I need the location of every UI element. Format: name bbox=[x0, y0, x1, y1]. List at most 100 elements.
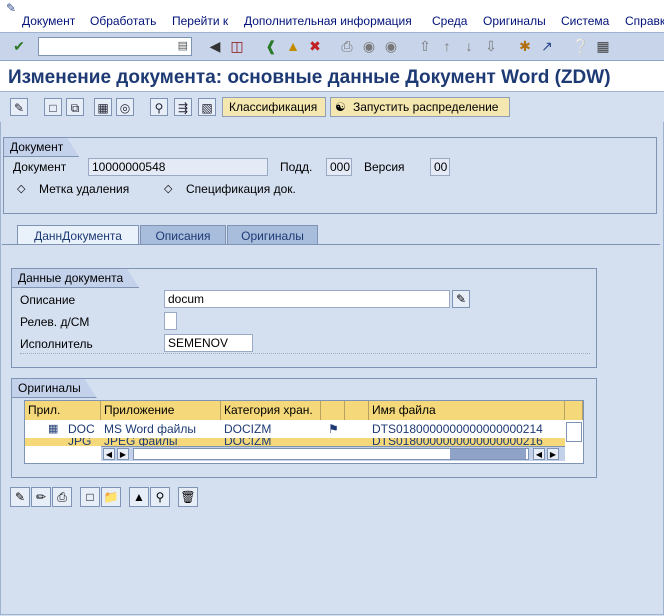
command-field[interactable]: ▤ bbox=[38, 37, 192, 56]
scroll-right-end-icon[interactable]: ▶ bbox=[547, 448, 559, 460]
last-page-icon[interactable]: ⇩ bbox=[482, 37, 500, 55]
doc-data-group-title: Данные документа bbox=[12, 269, 139, 288]
search-doc-icon[interactable]: ⚲ bbox=[150, 98, 168, 116]
scroll-track[interactable] bbox=[133, 448, 529, 460]
scroll-thumb[interactable] bbox=[450, 449, 526, 459]
checkin-icon[interactable]: ▲ bbox=[129, 487, 149, 507]
new-session-icon[interactable]: ✱ bbox=[516, 37, 534, 55]
menu-extras[interactable]: Дополнительная информация bbox=[244, 14, 412, 28]
table-row[interactable]: ▦ DOC MS Word файлы DOCIZM ⚑ DTS01800000… bbox=[25, 420, 565, 438]
print-icon[interactable]: ⎙ bbox=[338, 37, 356, 55]
document-group-title: Документ bbox=[4, 138, 79, 157]
doc-label: Документ bbox=[13, 160, 67, 174]
next-page-icon[interactable]: ↓ bbox=[460, 37, 478, 55]
tab-originals[interactable]: Оригиналы bbox=[227, 225, 318, 245]
application-toolbar: ✎ □ ⧉ ▦ ◎ ⚲ ⇶ ▧ Классификация ☯ Запустит… bbox=[0, 92, 664, 122]
back-icon[interactable]: ❰ bbox=[262, 37, 280, 55]
description-label: Описание bbox=[20, 293, 76, 307]
shortcut-icon[interactable]: ↗ bbox=[538, 37, 556, 55]
start-distribution-button[interactable]: ☯ Запустить распределение bbox=[330, 97, 510, 117]
column-header-application[interactable]: Приложение bbox=[101, 401, 221, 420]
cancel-icon[interactable]: ✖ bbox=[306, 37, 324, 55]
structure-icon[interactable]: ▦ bbox=[94, 98, 112, 116]
cell-app-short: DOC bbox=[68, 422, 95, 436]
page-title: Изменение документа: основные данные Док… bbox=[8, 67, 611, 88]
deletion-flag-radio[interactable]: ◇ bbox=[17, 182, 25, 195]
lock-icon: ⚑ bbox=[328, 422, 339, 436]
table-row[interactable]: JPG JPEG файлы DOCIZM DTS018000000000000… bbox=[25, 438, 565, 446]
display-change-icon[interactable]: ✎ bbox=[10, 98, 28, 116]
menu-environment[interactable]: Среда bbox=[432, 14, 467, 28]
classify-button[interactable]: Классификация bbox=[222, 97, 326, 117]
menu-edit[interactable]: Обработать bbox=[90, 14, 156, 28]
enter-icon[interactable]: ✔ bbox=[10, 37, 28, 55]
scroll-left-end-icon[interactable]: ◀ bbox=[533, 448, 545, 460]
help-icon[interactable]: ❔ bbox=[572, 37, 590, 55]
display-original-icon[interactable]: ✎ bbox=[10, 487, 30, 507]
version-field[interactable]: 00 bbox=[430, 158, 450, 176]
customize-icon[interactable]: ▦ bbox=[594, 37, 612, 55]
divider bbox=[20, 353, 590, 354]
standard-toolbar: ✔ ▤ ◀ ◫ ❰ ▲ ✖ ⎙ ◉ ◉ ⇧ ↑ ↓ ⇩ ✱ ↗ ❔ ▦ bbox=[0, 33, 664, 61]
column-header-filename[interactable]: Имя файла bbox=[369, 401, 565, 420]
prev-page-icon[interactable]: ↑ bbox=[438, 37, 456, 55]
user-field[interactable]: SEMENOV bbox=[164, 334, 253, 352]
version-label: Версия bbox=[364, 160, 405, 174]
sap-menu-icon[interactable]: ✎ bbox=[6, 1, 22, 15]
column-header-app-short[interactable]: Прил. bbox=[25, 401, 101, 420]
deletion-flag-label: Метка удаления bbox=[39, 182, 130, 196]
open-original-icon[interactable]: 📁 bbox=[101, 487, 121, 507]
vertical-scrollbar[interactable] bbox=[566, 422, 582, 442]
column-header-lock[interactable] bbox=[321, 401, 345, 420]
cell-app-short: JPG bbox=[68, 438, 92, 446]
find-icon[interactable]: ◉ bbox=[360, 37, 378, 55]
binoculars-icon[interactable]: ◎ bbox=[116, 98, 134, 116]
print-original-icon[interactable]: ⎙ bbox=[52, 487, 72, 507]
start-distribution-label: Запустить распределение bbox=[353, 100, 499, 114]
org-tree-icon[interactable]: ▧ bbox=[198, 98, 216, 116]
menu-originals[interactable]: Оригиналы bbox=[483, 14, 546, 28]
tab-descriptions[interactable]: Описания bbox=[140, 225, 226, 245]
part-field[interactable]: 000 bbox=[326, 158, 352, 176]
delete-original-icon[interactable]: 🗑 bbox=[178, 487, 198, 507]
doc-number-field[interactable]: 10000000548 bbox=[88, 158, 268, 176]
search-original-icon[interactable]: ⚲ bbox=[150, 487, 170, 507]
spec-label: Спецификация док. bbox=[186, 182, 296, 196]
back-small-icon[interactable]: ◀ bbox=[206, 37, 224, 55]
copy-document-icon[interactable]: ⧉ bbox=[66, 98, 84, 116]
column-header-storage[interactable]: Категория хран. bbox=[221, 401, 321, 420]
column-settings[interactable] bbox=[565, 401, 583, 420]
save-icon[interactable]: ◫ bbox=[228, 37, 246, 55]
exit-icon[interactable]: ▲ bbox=[284, 37, 302, 55]
cell-storage: DOCIZM bbox=[224, 438, 272, 446]
cell-filename: DTS0180000000000000000216 bbox=[372, 438, 543, 446]
new-original-icon[interactable]: □ bbox=[80, 487, 100, 507]
dropdown-icon[interactable]: ▤ bbox=[178, 39, 188, 52]
column-header-flag[interactable] bbox=[345, 401, 369, 420]
scroll-left-icon[interactable]: ◀ bbox=[103, 448, 115, 460]
scroll-right-icon[interactable]: ▶ bbox=[117, 448, 129, 460]
doc-data-group: Данные документа Описание docum ✎ Релев.… bbox=[11, 268, 597, 368]
menu-document[interactable]: Документ bbox=[22, 14, 75, 28]
cell-storage: DOCIZM bbox=[224, 422, 272, 436]
spec-radio[interactable]: ◇ bbox=[164, 182, 172, 195]
cell-filename: DTS0180000000000000000214 bbox=[372, 422, 543, 436]
tab-doc-data[interactable]: ДаннДокумента bbox=[17, 225, 139, 245]
description-field[interactable]: docum bbox=[164, 290, 450, 308]
horizontal-scrollbar[interactable]: ◀ ▶ ◀ ▶ bbox=[101, 446, 565, 461]
user-label: Исполнитель bbox=[20, 337, 93, 351]
find-next-icon[interactable]: ◉ bbox=[382, 37, 400, 55]
menu-goto[interactable]: Перейти к bbox=[172, 14, 228, 28]
cell-application: MS Word файлы bbox=[104, 422, 196, 436]
cell-application: JPEG файлы bbox=[104, 438, 178, 446]
hierarchy-icon[interactable]: ⇶ bbox=[174, 98, 192, 116]
change-original-icon[interactable]: ✏ bbox=[31, 487, 51, 507]
edit-text-icon[interactable]: ✎ bbox=[452, 290, 470, 308]
menu-bar: ✎ Документ Обработать Перейти к Дополнит… bbox=[0, 0, 664, 33]
new-document-icon[interactable]: □ bbox=[44, 98, 62, 116]
distribution-icon: ☯ bbox=[335, 100, 346, 114]
relevant-field[interactable] bbox=[164, 312, 177, 330]
first-page-icon[interactable]: ⇧ bbox=[416, 37, 434, 55]
menu-system[interactable]: Система bbox=[561, 14, 609, 28]
menu-help[interactable]: Справка bbox=[625, 14, 664, 28]
